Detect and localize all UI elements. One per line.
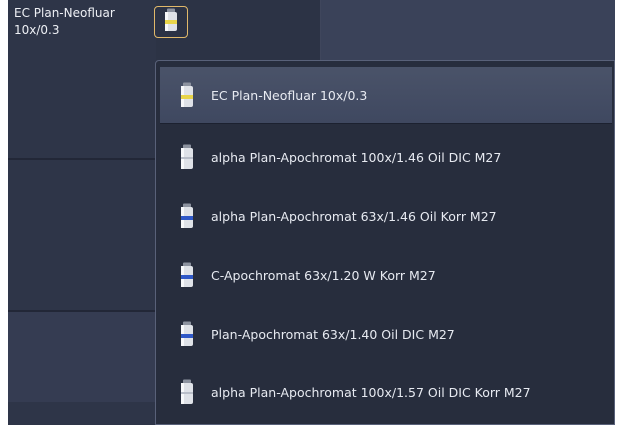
objective-blue-band-icon <box>180 203 194 229</box>
objective-option-label: alpha Plan-Apochromat 100x/1.57 Oil DIC … <box>211 384 531 400</box>
objective-white-icon <box>180 144 194 170</box>
objective-panel: EC Plan-Neofluar 10x/0.3 <box>8 0 156 158</box>
app-window: EC Plan-Neofluar 10x/0.3 EC Plan-Neoflua… <box>8 0 615 425</box>
objective-white-icon <box>180 379 194 405</box>
objective-dropdown-menu: EC Plan-Neofluar 10x/0.3 alpha Plan-Apoc… <box>155 60 615 425</box>
left-panel: EC Plan-Neofluar 10x/0.3 <box>8 0 156 425</box>
objective-icon <box>164 8 178 36</box>
objective-yellow-band-icon <box>180 82 194 108</box>
objective-option-label: EC Plan-Neofluar 10x/0.3 <box>211 87 368 103</box>
left-panel-section <box>8 170 156 310</box>
objective-option[interactable]: Plan-Apochromat 63x/1.40 Oil DIC M27 <box>160 306 612 362</box>
objective-blue-band-icon <box>180 262 194 288</box>
current-objective-label: EC Plan-Neofluar 10x/0.3 <box>14 6 115 37</box>
objective-option-label: alpha Plan-Apochromat 63x/1.46 Oil Korr … <box>211 208 497 224</box>
objective-option-label: Plan-Apochromat 63x/1.40 Oil DIC M27 <box>211 326 455 342</box>
objective-option[interactable]: alpha Plan-Apochromat 100x/1.46 Oil DIC … <box>160 129 612 185</box>
objective-blue-band-icon <box>180 321 194 347</box>
objective-option-label: C-Apochromat 63x/1.20 W Korr M27 <box>211 267 436 283</box>
objective-option[interactable]: C-Apochromat 63x/1.20 W Korr M27 <box>160 247 612 303</box>
toolbar-cell <box>321 0 615 60</box>
objective-option-label: alpha Plan-Apochromat 100x/1.46 Oil DIC … <box>211 149 502 165</box>
objective-select-button[interactable] <box>154 6 188 38</box>
objective-option[interactable]: EC Plan-Neofluar 10x/0.3 <box>160 67 612 124</box>
objective-option[interactable]: alpha Plan-Apochromat 100x/1.57 Oil DIC … <box>160 364 612 420</box>
objective-option[interactable]: alpha Plan-Apochromat 63x/1.46 Oil Korr … <box>160 188 612 244</box>
divider <box>8 158 156 160</box>
left-panel-section <box>8 312 156 402</box>
